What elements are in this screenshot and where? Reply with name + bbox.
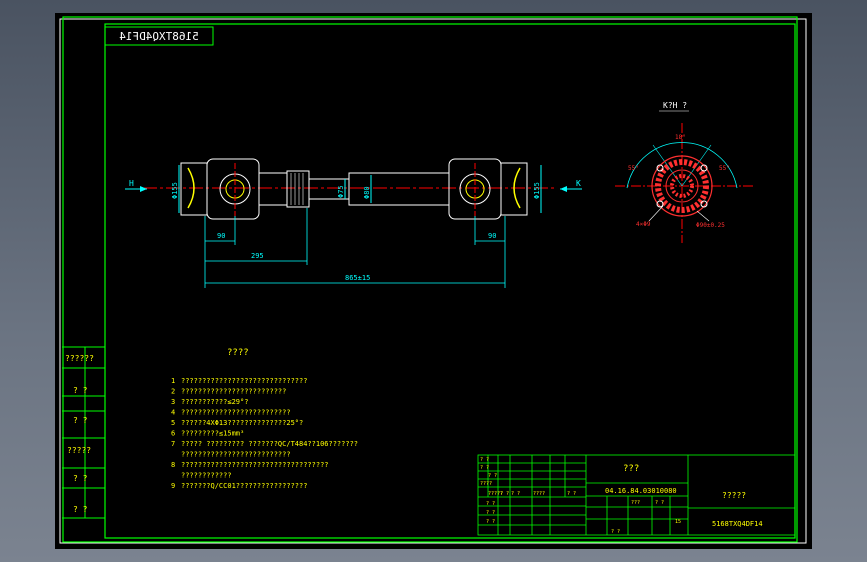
angle-left-label: 55° xyxy=(628,165,639,172)
left-yoke xyxy=(206,158,260,220)
dim-left-90: 90 xyxy=(217,232,225,240)
pcd-callout: Φ90±0.25 xyxy=(696,222,725,229)
section-title: K?H ? xyxy=(663,101,687,110)
title-grid-label: ? ? xyxy=(480,465,489,471)
title-grid-label: ????? xyxy=(488,491,503,497)
note-text: ????? ????????? ???????QC/T484??106?????… xyxy=(181,440,358,448)
note-text: ??????????????????????????????????? xyxy=(181,461,329,469)
angle-top-label: 18° xyxy=(675,134,686,141)
note-text: ???????????≤29°? xyxy=(181,398,248,406)
note-text: ?????????????????????????? xyxy=(181,451,291,459)
title-grid-label: ? ? xyxy=(567,491,576,497)
side-cell-5: ? ? xyxy=(73,474,88,483)
note-text: ?????????≤15mm³ xyxy=(181,430,244,438)
technical-notes: ???? 1 ?????????????????????????????? 2???… xyxy=(171,348,358,490)
note-number: 4 xyxy=(171,409,175,417)
right-view-label: K xyxy=(576,179,581,188)
note-text: ?????????????????????????????? xyxy=(181,377,307,385)
title-grid-label: ? ? xyxy=(488,473,497,479)
cad-drawing: 5168TXQ4DF14 ?????? ? ? ? ? ????? ? ? ? … xyxy=(59,16,807,544)
note-number: 1 xyxy=(171,377,175,385)
note-number: 5 xyxy=(171,419,175,427)
side-cell-1: ?????? xyxy=(65,354,94,363)
side-column: ?????? ? ? ? ? ????? ? ? ? ? xyxy=(62,346,105,519)
drive-shaft-view[interactable]: H K Φ155 Φ75 Φ80 Φ155 90 90 295 865±15 xyxy=(125,158,582,288)
note-number: 2 xyxy=(171,388,175,396)
title-grid-label: ? ? xyxy=(486,510,495,516)
title-grid-label: ? ? xyxy=(486,501,495,507)
note-number: 7 xyxy=(171,440,175,448)
note-number: 9 xyxy=(171,482,175,490)
flange-section-view[interactable]: K?H ? 18° 55° 55° 4×Φ9 Φ90±0.25 xyxy=(615,101,755,243)
dim-right-flange-dia: Φ155 xyxy=(533,182,541,199)
note-text: ????????????????????????? xyxy=(181,388,286,396)
note-text: ??????4XΦ13??????????????25°? xyxy=(181,419,303,427)
title-grid-label: ? ? xyxy=(486,519,495,525)
dim-tube-dia: Φ80 xyxy=(363,186,371,199)
dim-spline-dia: Φ75 xyxy=(337,185,345,198)
drawing-number-stamp: 5168TXQ4DF14 xyxy=(104,26,214,46)
notes-title: ???? xyxy=(227,348,249,358)
side-cell-6: ? ? xyxy=(73,505,88,514)
spline-sleeve xyxy=(286,170,310,208)
dim-total-length: 865±15 xyxy=(345,274,370,282)
title-grid-label: ? ? xyxy=(655,500,664,506)
title-grid-label: ???? xyxy=(480,481,492,487)
title-grid-label: 15 xyxy=(675,519,681,525)
title-grid-label: ? ? xyxy=(511,491,520,497)
slip-yoke xyxy=(258,172,288,206)
left-view-label: H xyxy=(129,179,134,188)
title-grid-label: ???? xyxy=(533,491,545,497)
note-number: 8 xyxy=(171,461,175,469)
dim-left-flange-dia: Φ155 xyxy=(171,182,179,199)
side-cell-4: ????? xyxy=(67,446,91,455)
bolt-callout: 4×Φ9 xyxy=(636,221,651,228)
drawing-number: 04.16.84.03010080 xyxy=(605,487,677,495)
side-cell-3: ? ? xyxy=(73,416,88,425)
part-code: 5168TXQ4DF14 xyxy=(712,520,763,528)
drawing-canvas[interactable]: 5168TXQ4DF14 ?????? ? ? ? ? ????? ? ? ? … xyxy=(55,13,812,549)
note-number: 6 xyxy=(171,430,175,438)
note-text: ?????????????????????????? xyxy=(181,409,291,417)
title-grid-label: ? ? xyxy=(611,529,620,535)
title-grid-label: ??? xyxy=(631,500,640,506)
side-cell-2: ? ? xyxy=(73,386,88,395)
company-name: ????? xyxy=(722,491,746,500)
dim-295: 295 xyxy=(251,252,264,260)
stamp-text: 5168TXQ4DF14 xyxy=(119,30,199,43)
part-name: ??? xyxy=(623,464,639,474)
note-number: 3 xyxy=(171,398,175,406)
title-grid-label: ? ? xyxy=(480,457,489,463)
note-text: ???????Q/CC01????????????????? xyxy=(181,482,307,490)
dim-right-90: 90 xyxy=(488,232,496,240)
angle-right-label: 55° xyxy=(719,165,730,172)
notes-list: 1 ?????????????????????????????? 2????????… xyxy=(171,377,358,490)
note-text: ???????????? xyxy=(181,472,232,480)
